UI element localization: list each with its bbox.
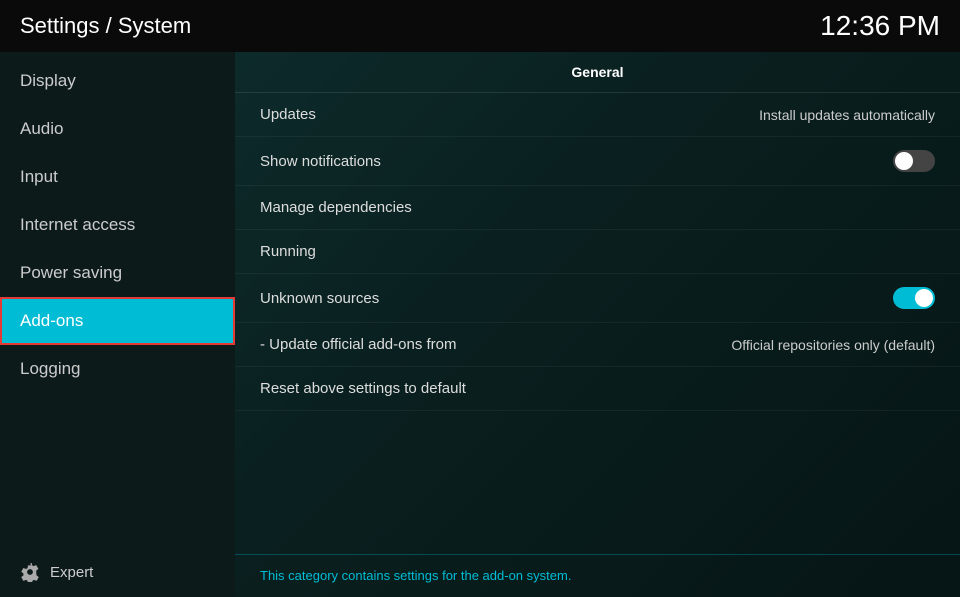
header: Settings / System 12:36 PM <box>0 0 960 52</box>
sidebar-item-power-saving[interactable]: Power saving <box>0 249 235 297</box>
main-layout: Display Audio Input Internet access Powe… <box>0 52 960 597</box>
setting-update-official-addons[interactable]: - Update official add-ons from Official … <box>235 323 960 367</box>
expert-label: Expert <box>50 564 93 581</box>
toggle-show-notifications[interactable] <box>893 150 935 172</box>
settings-list: General Updates Install updates automati… <box>235 52 960 554</box>
footer-description: This category contains settings for the … <box>260 568 571 583</box>
clock: 12:36 PM <box>820 10 940 42</box>
content-footer: This category contains settings for the … <box>235 554 960 597</box>
setting-updates[interactable]: Updates Install updates automatically <box>235 93 960 137</box>
sidebar-footer[interactable]: Expert <box>0 547 235 597</box>
gear-icon <box>20 562 40 582</box>
sidebar-item-input[interactable]: Input <box>0 153 235 201</box>
setting-reset-settings[interactable]: Reset above settings to default <box>235 367 960 411</box>
content-area: General Updates Install updates automati… <box>235 52 960 597</box>
sidebar-item-logging[interactable]: Logging <box>0 345 235 393</box>
setting-running[interactable]: Running <box>235 230 960 274</box>
sidebar-nav: Display Audio Input Internet access Powe… <box>0 52 235 393</box>
setting-show-notifications[interactable]: Show notifications <box>235 137 960 186</box>
sidebar-item-audio[interactable]: Audio <box>0 105 235 153</box>
setting-unknown-sources[interactable]: Unknown sources <box>235 274 960 323</box>
sidebar-item-display[interactable]: Display <box>0 57 235 105</box>
section-header: General <box>235 52 960 93</box>
sidebar: Display Audio Input Internet access Powe… <box>0 52 235 597</box>
page-title: Settings / System <box>20 13 191 39</box>
toggle-unknown-sources[interactable] <box>893 287 935 309</box>
setting-manage-dependencies[interactable]: Manage dependencies <box>235 186 960 230</box>
sidebar-item-internet-access[interactable]: Internet access <box>0 201 235 249</box>
sidebar-item-add-ons[interactable]: Add-ons <box>0 297 235 345</box>
